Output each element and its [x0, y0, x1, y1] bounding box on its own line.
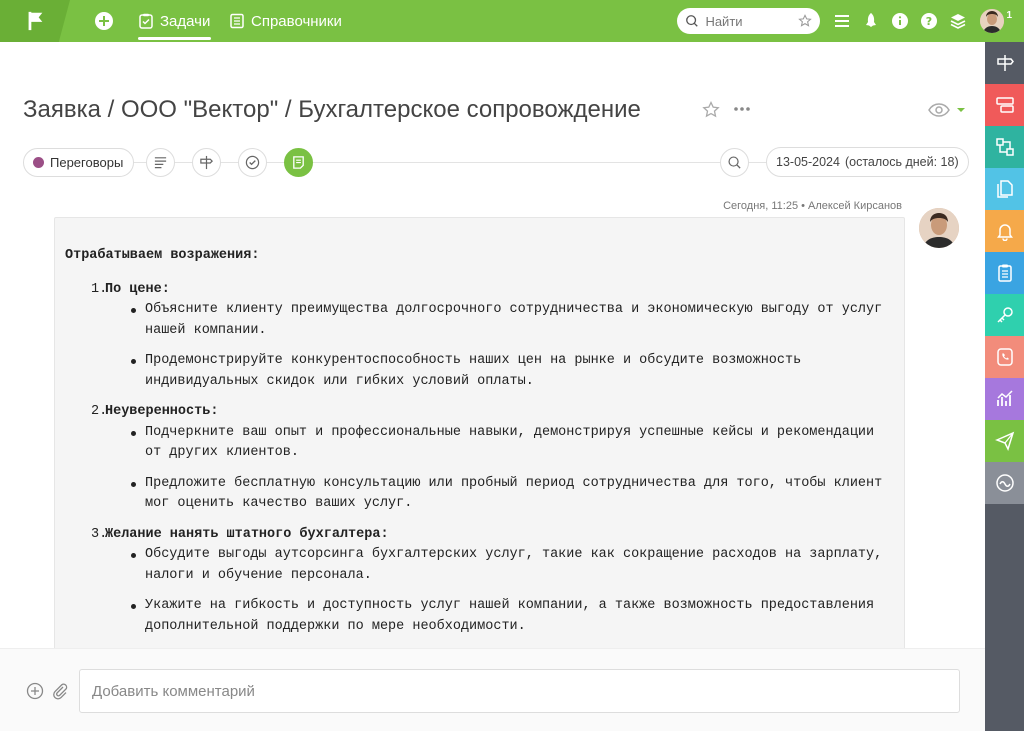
search-comments-button[interactable]: [720, 148, 749, 177]
description-button[interactable]: [146, 148, 175, 177]
sidebar-item-send[interactable]: [985, 420, 1024, 462]
deadline-date: 13-05-2024: [776, 155, 840, 169]
bell-icon: [996, 224, 1013, 241]
status-selector[interactable]: Переговоры: [23, 148, 135, 177]
favorites-star-icon[interactable]: [798, 14, 813, 28]
section-number: 2.: [91, 404, 108, 419]
list-item: Объясните клиенту преимущества долгосроч…: [131, 300, 894, 341]
comment-note-icon: [293, 156, 304, 169]
references-book-icon: [230, 13, 244, 29]
notification-count: 1: [1006, 9, 1012, 21]
deadline-selector[interactable]: 13-05-2024 (осталось дней: 18): [766, 147, 969, 177]
user-avatar[interactable]: [980, 9, 1005, 33]
analytics-icon: [996, 390, 1013, 406]
help-icon[interactable]: ?: [920, 12, 938, 30]
search-placeholder: Найти: [705, 13, 743, 29]
sidebar-item-hierarchy[interactable]: [985, 126, 1024, 168]
layers-icon[interactable]: [949, 12, 967, 30]
global-search-input[interactable]: Найти: [677, 8, 821, 34]
create-new-button[interactable]: [95, 12, 113, 30]
comment-time: Сегодня, 11:25: [723, 200, 799, 212]
clipboard-icon: [997, 264, 1012, 282]
list-item: Укажите на гибкость и доступность услуг …: [131, 596, 894, 637]
phone-icon: [996, 348, 1013, 366]
tab-tasks-label: Задачи: [160, 12, 211, 30]
plus-icon: [99, 16, 109, 26]
top-navigation-bar: Задачи Справочники Найти ? 1: [0, 0, 1024, 42]
comment-card: Отрабатываем возражения: 1.По цене: Объя…: [54, 217, 905, 657]
tab-references-label: Справочники: [251, 12, 342, 30]
favorite-star-icon[interactable]: [702, 101, 720, 119]
sign-post-icon: [200, 155, 213, 170]
paper-plane-icon: [994, 431, 1014, 451]
checklist-button[interactable]: [238, 148, 267, 177]
comment-input[interactable]: [79, 669, 960, 713]
hierarchy-icon: [995, 138, 1014, 156]
flag-logo-icon: [28, 11, 43, 31]
page-title: Заявка / ООО "Вектор" / Бухгалтерское со…: [23, 96, 641, 123]
list-item: Обсудите выгоды аутсорсинга бухгалтерски…: [131, 545, 894, 586]
key-icon: [996, 307, 1013, 323]
chevron-down-icon: [957, 108, 965, 112]
search-icon: [728, 156, 741, 169]
tab-tasks[interactable]: Задачи: [138, 0, 211, 42]
app-logo[interactable]: [0, 0, 70, 42]
sidebar-item-calls[interactable]: [985, 336, 1024, 378]
text-lines-icon: [154, 157, 167, 169]
rocket-icon[interactable]: [862, 12, 880, 30]
section-number: 1.: [91, 281, 108, 297]
status-dot: [33, 157, 44, 168]
list-item: Подчеркните ваш опыт и профессиональные …: [131, 423, 894, 464]
sidebar-item-analytics[interactable]: [985, 378, 1024, 420]
more-options-icon[interactable]: [732, 100, 752, 118]
list-item: 3.Желание нанять штатного бухгалтера: Об…: [91, 525, 894, 638]
tab-references[interactable]: Справочники: [229, 0, 342, 42]
info-icon[interactable]: [891, 12, 909, 30]
comments-button[interactable]: [284, 148, 313, 177]
list-item: 1.По цене: Объясните клиенту преимуществ…: [91, 280, 894, 393]
section-title: По цене:: [105, 281, 170, 297]
eye-icon: [928, 103, 950, 117]
objections-list: 1.По цене: Объясните клиенту преимуществ…: [65, 280, 894, 638]
deadline-remaining: (осталось дней: 18): [844, 155, 959, 169]
sign-post-icon: [996, 55, 1014, 71]
check-circle-icon: [245, 155, 260, 170]
sidebar-item-signpost[interactable]: [985, 42, 1024, 84]
sidebar-item-notifications[interactable]: [985, 210, 1024, 252]
layout-icon: [995, 97, 1014, 113]
documents-icon: [996, 180, 1013, 198]
menu-hamburger-icon[interactable]: [833, 12, 851, 30]
comment-heading: Отрабатываем возражения:: [65, 248, 260, 263]
sidebar-item-clipboard[interactable]: [985, 252, 1024, 294]
tasks-checklist-icon: [139, 13, 153, 29]
watchers-dropdown[interactable]: [928, 101, 968, 119]
svg-text:?: ?: [926, 15, 932, 28]
status-label: Переговоры: [50, 155, 124, 170]
sidebar-item-layout[interactable]: [985, 84, 1024, 126]
comment-meta-separator: •: [801, 200, 805, 212]
search-icon: [686, 15, 699, 27]
stages-button[interactable]: [192, 148, 221, 177]
wave-icon: [995, 474, 1014, 492]
section-title: Неуверенность:: [105, 404, 219, 419]
list-item: Предложите бесплатную консультацию или п…: [131, 474, 894, 515]
comment-meta: Сегодня, 11:25 • Алексей Кирсанов: [723, 200, 902, 212]
list-item: Продемонстрируйте конкурентоспособность …: [131, 351, 894, 392]
comment-author-avatar[interactable]: [919, 208, 959, 248]
attach-paperclip-icon[interactable]: [51, 682, 69, 700]
right-tools-sidebar: [985, 42, 1024, 731]
section-title: Желание нанять штатного бухгалтера:: [105, 526, 389, 542]
add-plus-circle-icon[interactable]: [26, 682, 44, 700]
comment-author[interactable]: Алексей Кирсанов: [808, 200, 902, 212]
sidebar-item-keys[interactable]: [985, 294, 1024, 336]
sidebar-item-integrations[interactable]: [985, 462, 1024, 504]
list-item: 2.Неуверенность: Подчеркните ваш опыт и …: [91, 402, 894, 515]
sidebar-item-documents[interactable]: [985, 168, 1024, 210]
section-number: 3.: [91, 526, 108, 542]
